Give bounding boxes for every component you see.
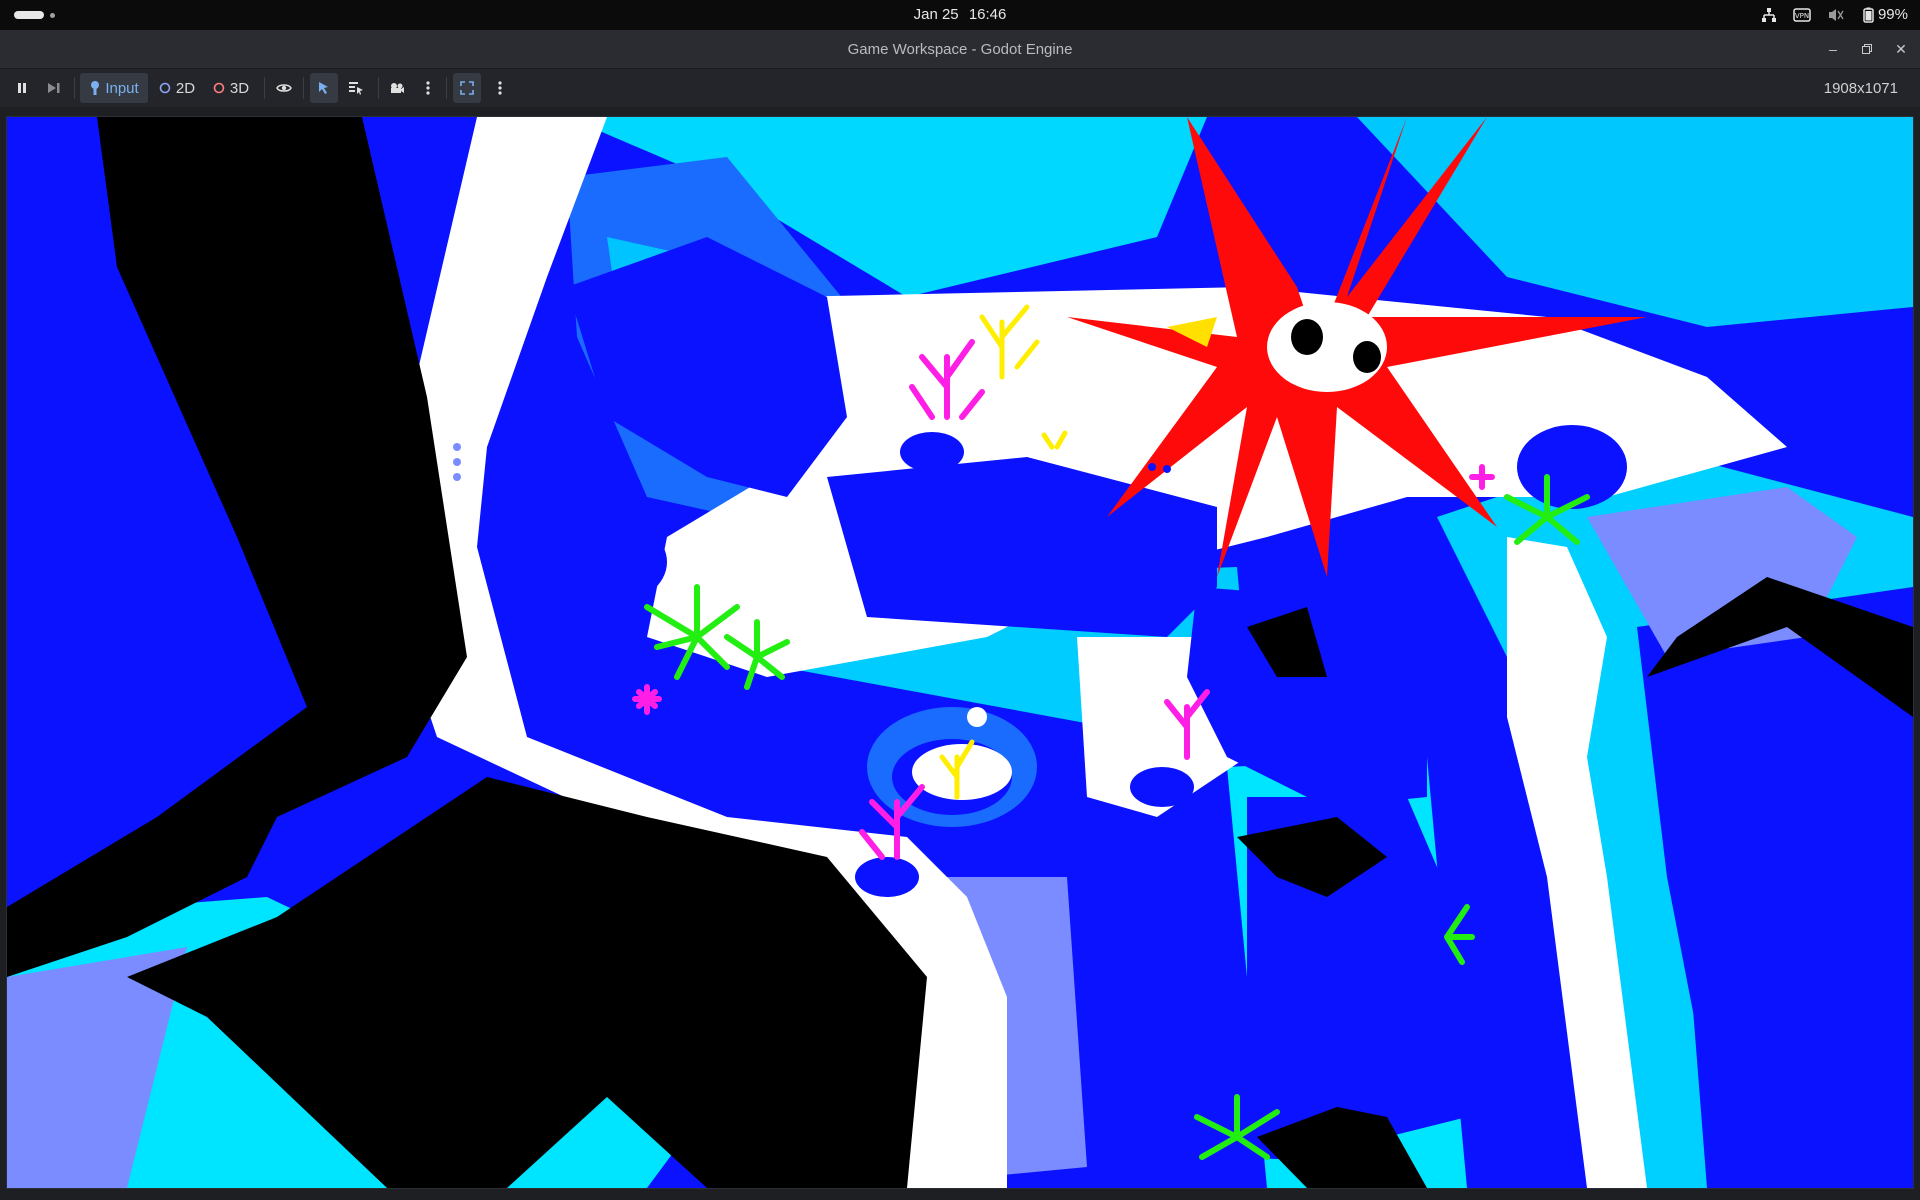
embed-options-button[interactable] (488, 73, 512, 103)
game-scene (7, 117, 1913, 1188)
list-select-icon (349, 82, 363, 95)
mode-2d-button[interactable]: 2D (154, 73, 200, 103)
input-icon (91, 81, 100, 95)
close-icon: ✕ (1895, 41, 1907, 57)
svg-text:VPN: VPN (1795, 12, 1809, 20)
toolbar-separator (378, 77, 379, 99)
mode-3d-label: 3D (229, 79, 250, 97)
system-tray[interactable]: VPN 99% (1761, 6, 1908, 23)
toolbar-separator (264, 77, 265, 99)
system-top-bar: Jan 25 16:46 VPN 99% (0, 0, 1920, 30)
input-mode-label: Input (105, 79, 139, 97)
node-2d-icon (159, 82, 171, 94)
step-frame-button[interactable] (42, 73, 66, 103)
window-bottom-edge (0, 1190, 1920, 1200)
pause-icon (18, 83, 26, 93)
camera-icon (391, 83, 404, 93)
pause-button[interactable] (10, 73, 34, 103)
vpn-icon: VPN (1793, 7, 1811, 22)
fullscreen-icon (460, 81, 474, 95)
minimize-button[interactable]: – (1822, 38, 1844, 60)
embed-fullscreen-button[interactable] (453, 73, 481, 103)
eye-icon (276, 84, 292, 92)
node-3d-icon (213, 82, 225, 94)
game-toolbar: Input 2D 3D 1908x1071 (0, 69, 1920, 107)
volume-muted-icon (1828, 8, 1844, 21)
restore-button[interactable] (1856, 38, 1878, 60)
list-select-button[interactable] (342, 73, 370, 103)
toolbar-separator (303, 77, 304, 99)
time-label: 16:46 (968, 6, 1007, 23)
more-options-icon (426, 81, 430, 95)
battery-percent: 99% (1877, 6, 1908, 23)
visibility-button[interactable] (271, 73, 297, 103)
toolbar-separator (446, 77, 447, 99)
input-mode-button[interactable]: Input (80, 73, 148, 103)
step-frame-icon (48, 83, 60, 93)
mode-3d-button[interactable]: 3D (208, 73, 254, 103)
restore-icon (1862, 44, 1872, 54)
close-button[interactable]: ✕ (1890, 38, 1912, 60)
date-label: Jan 25 (913, 6, 959, 23)
mode-2d-label: 2D (175, 79, 196, 97)
game-viewport[interactable] (6, 116, 1914, 1189)
battery-icon (1863, 7, 1874, 23)
minimize-icon: – (1829, 41, 1837, 57)
camera-override-button[interactable] (384, 73, 410, 103)
window-title: Game Workspace - Godot Engine (847, 41, 1073, 58)
toolbar-separator (74, 77, 75, 99)
clock[interactable]: Jan 25 16:46 (0, 6, 1920, 23)
more-options-icon (498, 81, 502, 95)
camera-options-button[interactable] (416, 73, 440, 103)
window-title-bar[interactable]: Game Workspace - Godot Engine – ✕ (0, 30, 1920, 69)
viewport-resolution: 1908x1071 (1823, 80, 1898, 97)
select-pointer-icon (319, 82, 328, 94)
select-tool-button[interactable] (310, 73, 338, 103)
network-icon (1761, 7, 1776, 22)
